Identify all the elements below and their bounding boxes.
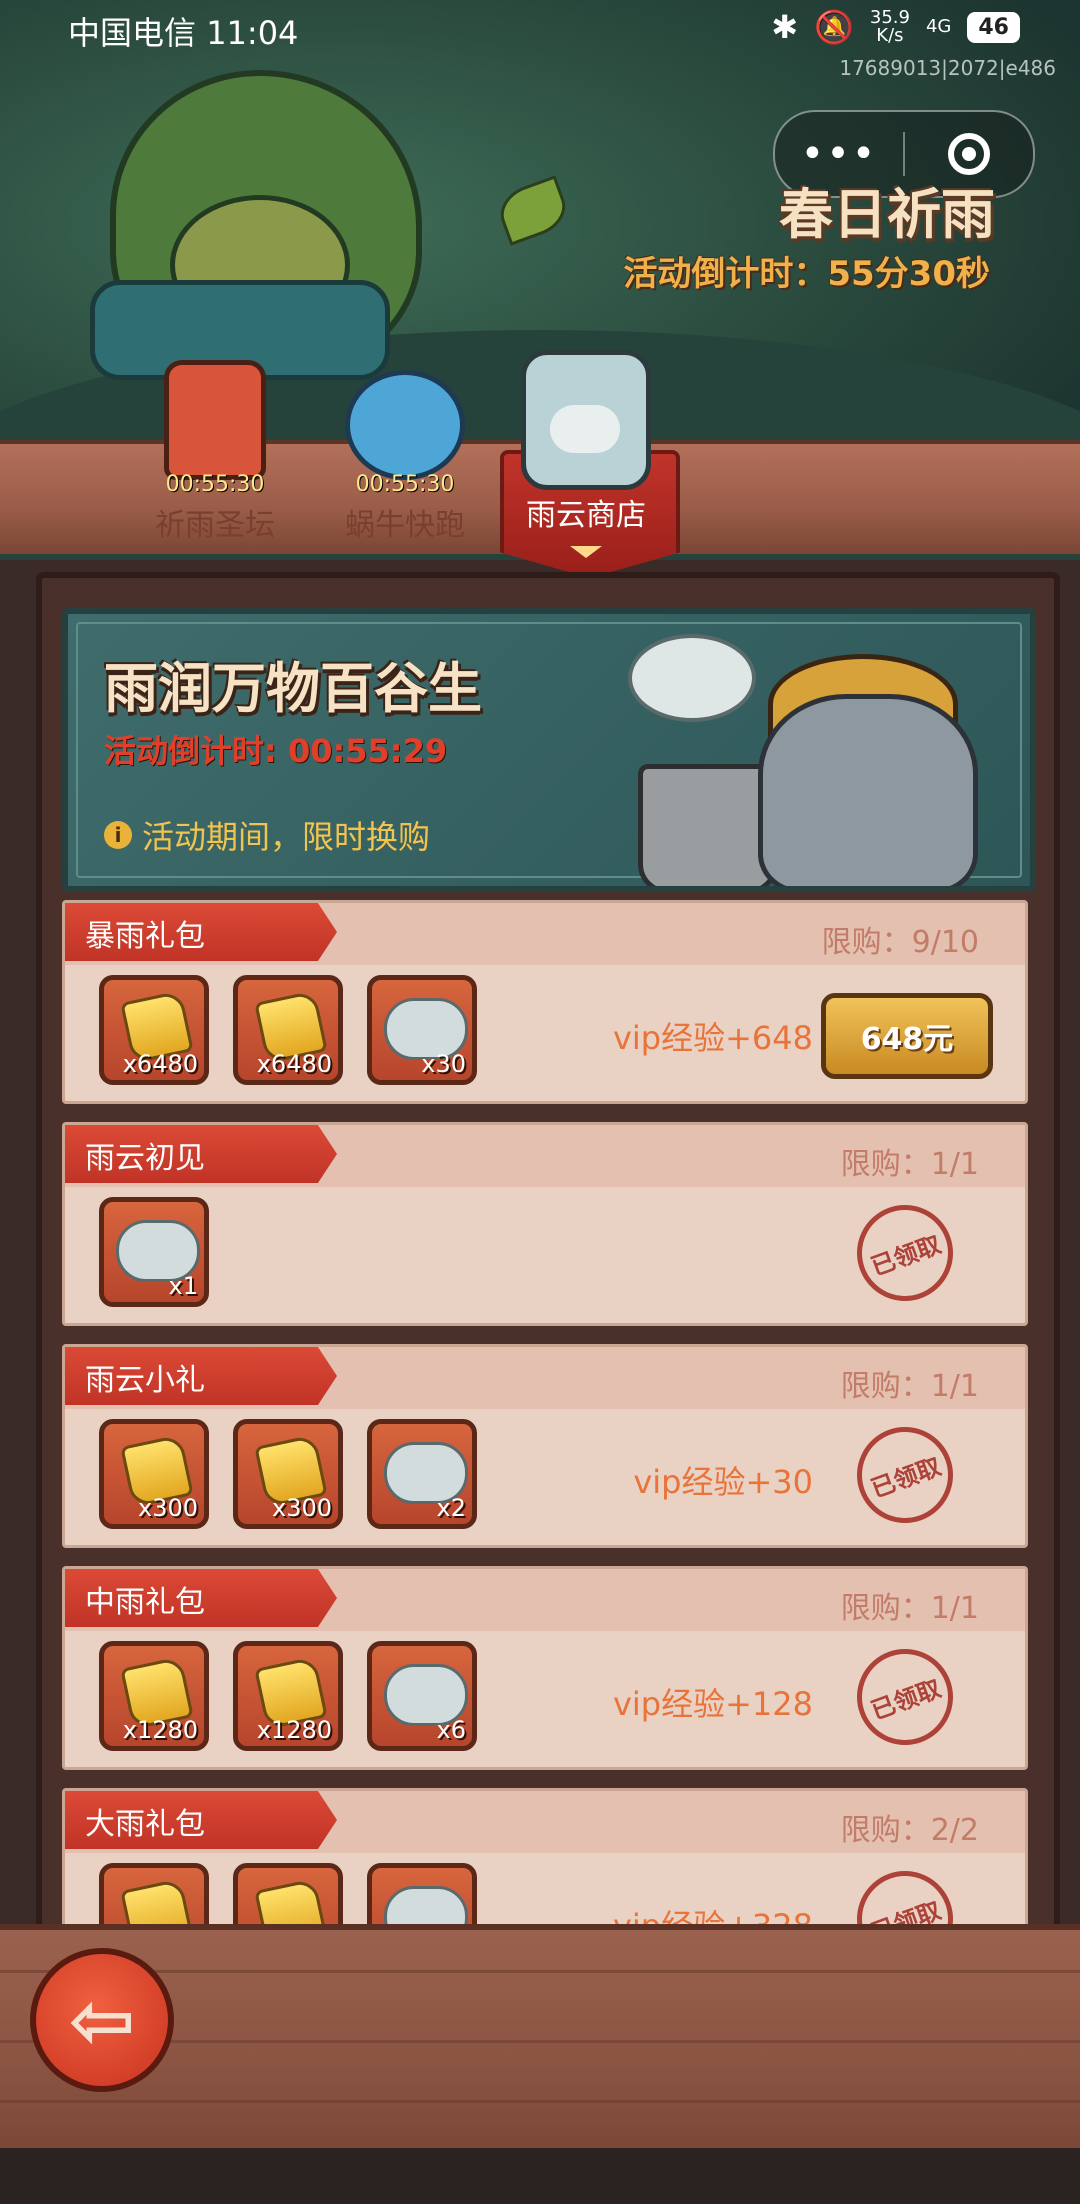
- hero-note-text: 活动期间，限时换购: [142, 818, 431, 856]
- net-speed-unit: K/s: [876, 25, 904, 46]
- mute-bell-icon: 🔕: [814, 8, 854, 46]
- steam-cloud-illustration: [628, 634, 756, 722]
- tab-timer: 00:55:30: [165, 472, 265, 497]
- purchase-limit: 限购：2/2: [840, 1813, 979, 1848]
- pack-row: 大雨礼包限购：2/2vip经验+328已领取: [62, 1788, 1028, 1938]
- reward-quantity: x1: [168, 1272, 198, 1300]
- pack-row: 中雨礼包 限购：1/1 x1280 x1280 x6 vip经验+128 已领取: [62, 1566, 1028, 1770]
- hero-banner: 雨润万物百谷生 活动倒计时: 00:55:29 i 活动期间，限时换购: [62, 608, 1036, 892]
- reward-item[interactable]: x2: [367, 1419, 477, 1529]
- reward-item[interactable]: x30: [367, 975, 477, 1085]
- pack-items: x6480 x6480 x30: [99, 975, 477, 1085]
- hero-countdown: 活动倒计时: 00:55:29: [104, 732, 448, 770]
- pack-row: 暴雨礼包 限购：9/10 x6480 x6480 x30 vip经验+648 648元: [62, 900, 1028, 1104]
- event-title: 春日祈雨: [779, 183, 995, 246]
- reward-quantity: x300: [137, 1494, 198, 1522]
- claimed-stamp: 已领取: [843, 1413, 967, 1537]
- reward-quantity: x6480: [122, 1050, 198, 1078]
- close-miniprogram-button[interactable]: [905, 133, 1033, 175]
- pack-row: 雨云小礼 限购：1/1 x300 x300 x2 vip经验+30 已领取: [62, 1344, 1028, 1548]
- pack-items: x300 x300 x2: [99, 1419, 477, 1529]
- shop-panel: 雨润万物百谷生 活动倒计时: 00:55:29 i 活动期间，限时换购 暴雨礼包…: [36, 572, 1060, 1944]
- claimed-stamp: 已领取: [843, 1635, 967, 1759]
- tab-snail-race[interactable]: 00:55:30 蜗牛快跑: [320, 340, 490, 543]
- reward-item[interactable]: x1: [99, 1197, 209, 1307]
- snail-icon: [345, 370, 465, 480]
- reward-quantity: x300: [271, 1494, 332, 1522]
- hero-title: 雨润万物百谷生: [104, 657, 482, 720]
- reward-quantity: x1280: [122, 1716, 198, 1744]
- back-button[interactable]: ⇦: [30, 1948, 174, 2092]
- cloud-jar-icon: [521, 350, 651, 490]
- pot-illustration: [638, 764, 778, 886]
- info-icon: i: [104, 821, 132, 849]
- pack-list[interactable]: 暴雨礼包 限购：9/10 x6480 x6480 x30 vip经验+648 648元雨云初…: [62, 900, 1028, 1938]
- altar-icon: [164, 360, 266, 480]
- tab-label: 雨云商店: [526, 498, 646, 533]
- bluetooth-icon: ✱: [771, 8, 799, 46]
- reward-item[interactable]: x1280: [99, 1641, 209, 1751]
- vip-exp-bonus: vip经验+128: [612, 1685, 813, 1723]
- target-icon: [948, 133, 990, 175]
- reward-item[interactable]: x6: [367, 1641, 477, 1751]
- pack-name: 中雨礼包: [85, 1585, 205, 1620]
- reward-item[interactable]: x6480: [99, 975, 209, 1085]
- tab-label: 祈雨圣坛: [155, 508, 275, 543]
- carrier-label: 中国电信: [68, 14, 197, 52]
- purchase-limit: 限购：1/1: [840, 1147, 979, 1182]
- status-bar: 中国电信 11:04 ✱ 🔕 35.9 K/s 4G 46: [0, 0, 1080, 56]
- tab-rain-altar[interactable]: 00:55:30 祈雨圣坛: [130, 340, 300, 543]
- leaf-decoration: [493, 175, 573, 246]
- signal-icon: 4G: [925, 16, 952, 37]
- reward-item[interactable]: x300: [99, 1419, 209, 1529]
- shark-character: [758, 694, 978, 886]
- system-nav-bar: [0, 2148, 1080, 2204]
- pack-name: 大雨礼包: [85, 1807, 205, 1842]
- tab-timer: 00:55:30: [355, 472, 455, 497]
- reward-quantity: x6480: [256, 1050, 332, 1078]
- reward-item[interactable]: x300: [233, 1419, 343, 1529]
- pack-items: x1: [99, 1197, 209, 1307]
- wood-grain: [0, 1970, 1080, 1973]
- pack-row: 雨云初见 限购：1/1 x1 已领取: [62, 1122, 1028, 1326]
- event-countdown: 活动倒计时：55分30秒: [623, 254, 990, 294]
- active-indicator-icon: [570, 546, 602, 558]
- claimed-stamp: 已领取: [843, 1191, 967, 1315]
- pack-name: 雨云初见: [85, 1141, 205, 1176]
- wood-grain: [0, 2100, 1080, 2103]
- back-arrow-icon: ⇦: [68, 1973, 136, 2067]
- hero-note: i 活动期间，限时换购: [104, 812, 430, 858]
- buy-button[interactable]: 648元: [821, 993, 993, 1079]
- purchase-limit: 限购：1/1: [840, 1369, 979, 1404]
- clock: 11:04: [206, 14, 299, 52]
- reward-quantity: x1280: [256, 1716, 332, 1744]
- tab-rain-cloud-shop[interactable]: 雨云商店: [500, 350, 680, 578]
- purchase-limit: 限购：1/1: [840, 1591, 979, 1626]
- reward-item[interactable]: x1280: [233, 1641, 343, 1751]
- build-id: 17689013|2072|e486: [839, 56, 1056, 80]
- battery-icon: 46: [967, 11, 1020, 43]
- reward-quantity: x30: [421, 1050, 466, 1078]
- pack-name: 暴雨礼包: [85, 919, 205, 954]
- pack-name: 雨云小礼: [85, 1363, 205, 1398]
- reward-item[interactable]: x6480: [233, 975, 343, 1085]
- purchase-limit: 限购：9/10: [821, 925, 979, 960]
- tab-label: 蜗牛快跑: [345, 508, 465, 543]
- vip-exp-bonus: vip经验+648: [612, 1019, 813, 1057]
- reward-quantity: x6: [436, 1716, 466, 1744]
- reward-quantity: x2: [436, 1494, 466, 1522]
- pack-items: x1280 x1280 x6: [99, 1641, 477, 1751]
- net-speed: 35.9 K/s: [870, 9, 910, 45]
- vip-exp-bonus: vip经验+30: [633, 1463, 813, 1501]
